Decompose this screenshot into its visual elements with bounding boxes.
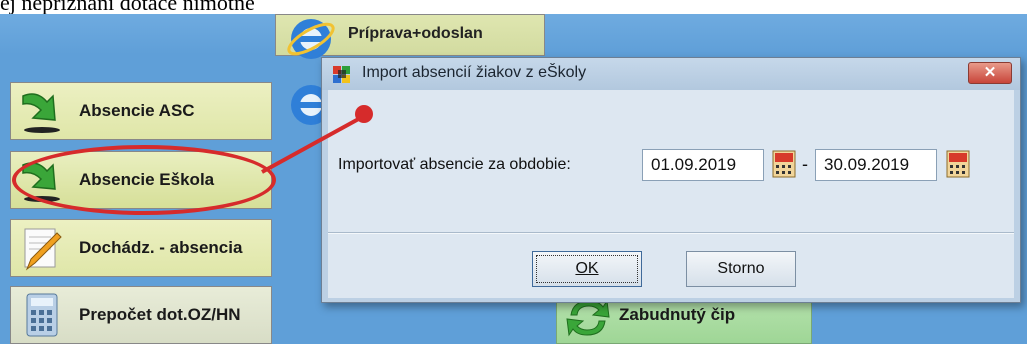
annotation-pointer	[261, 105, 373, 174]
